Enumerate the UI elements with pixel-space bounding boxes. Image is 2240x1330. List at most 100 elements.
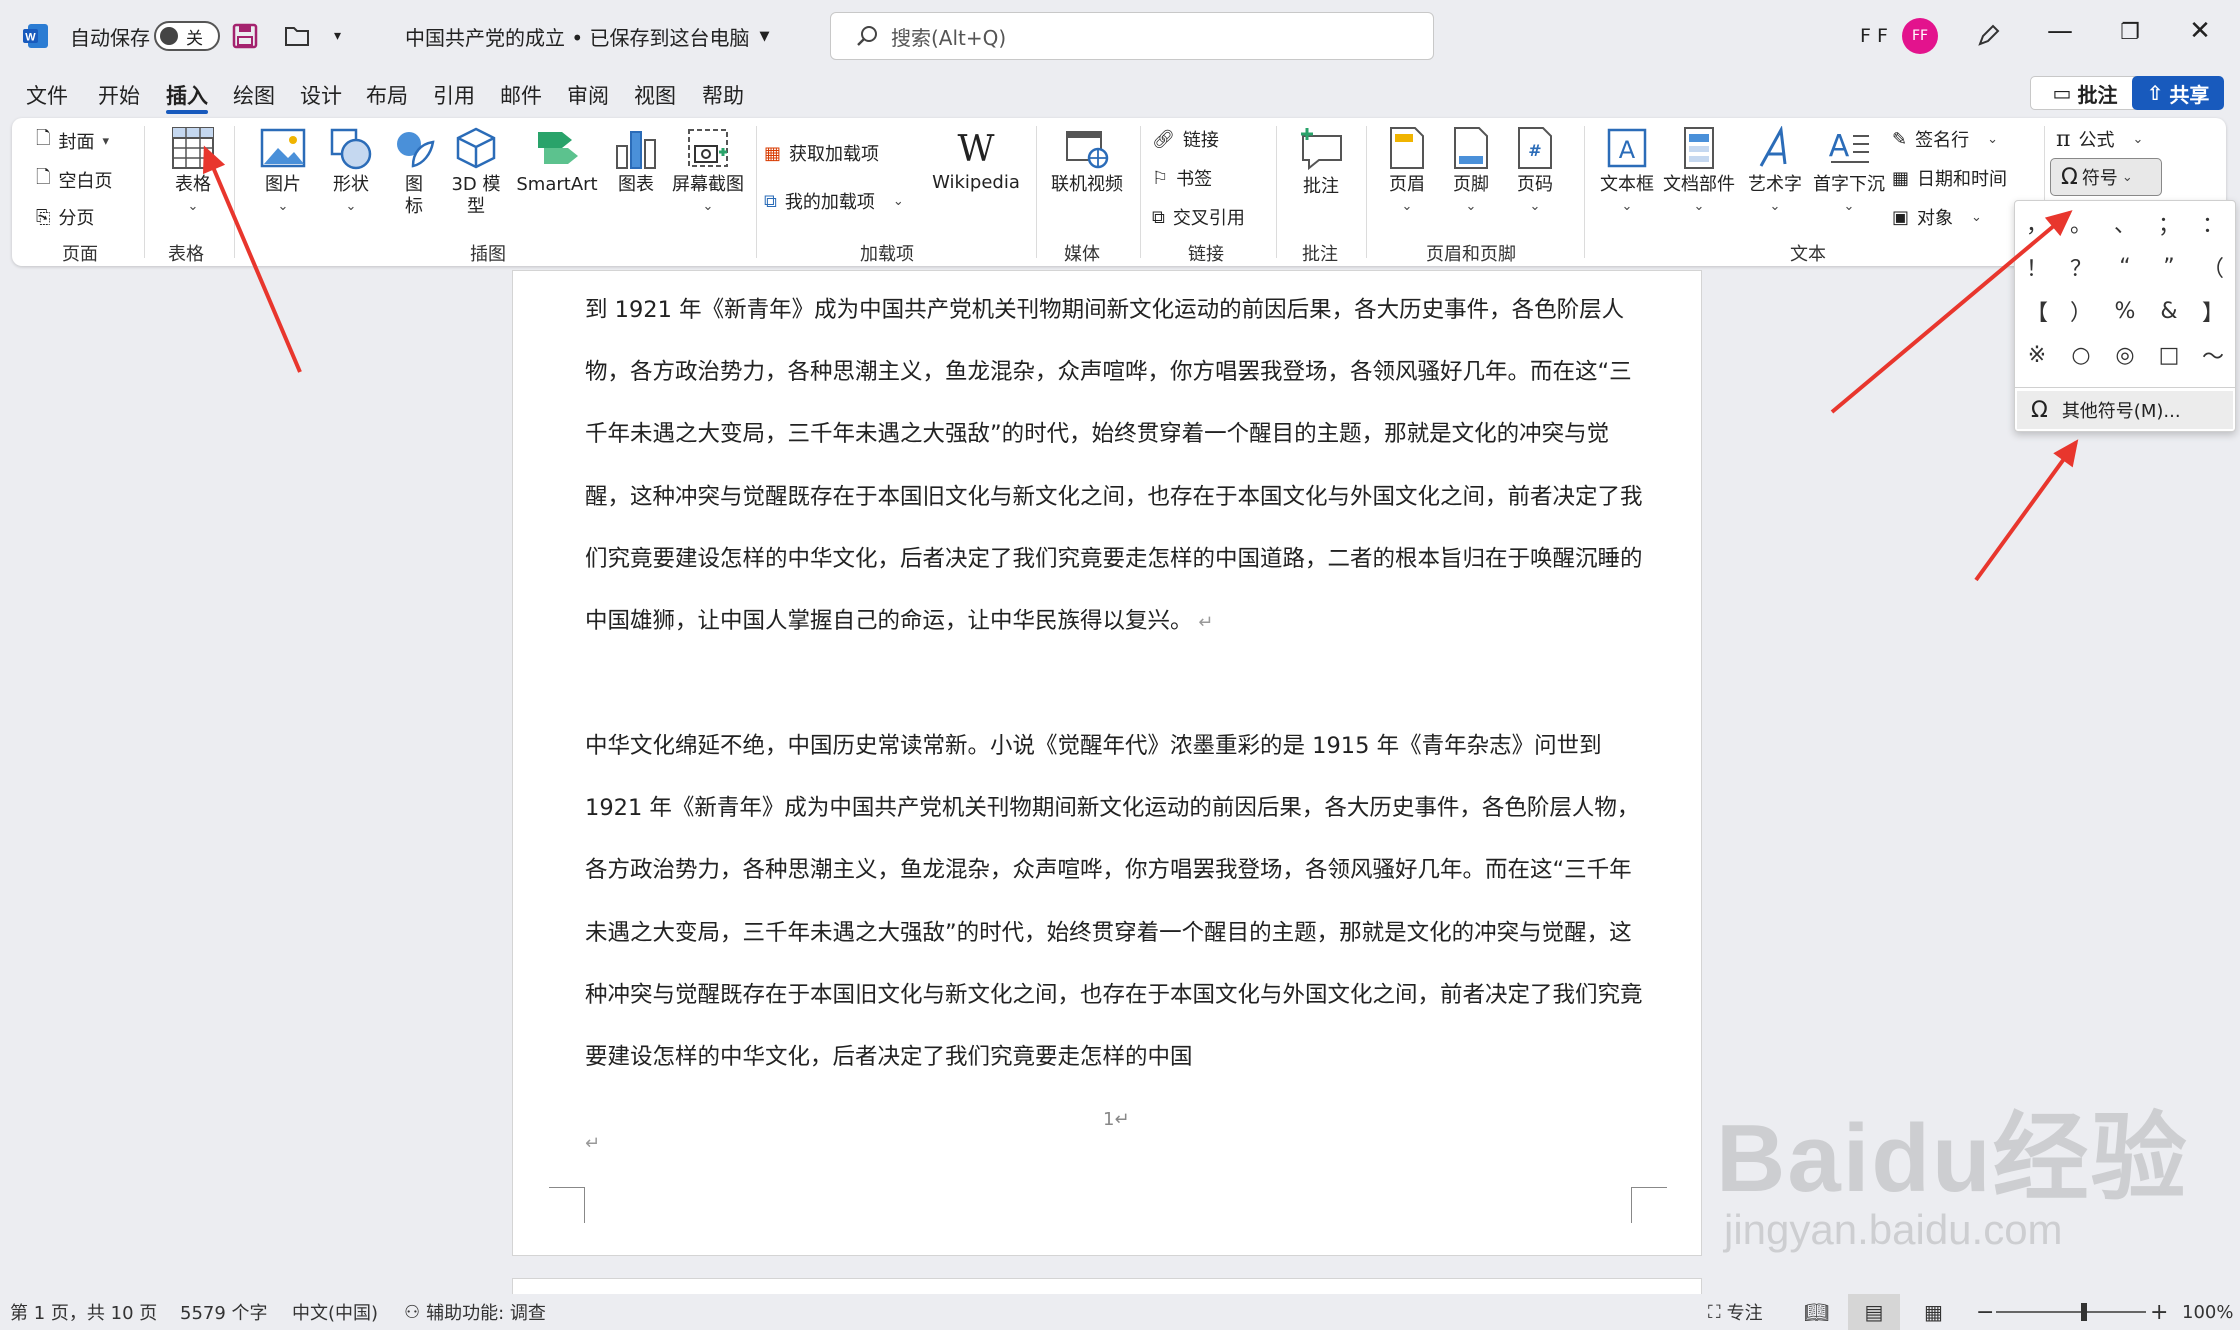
tab-mailings[interactable]: 邮件 (500, 72, 542, 118)
symbol-cell[interactable]: ” (2147, 245, 2191, 289)
get-addins-button[interactable]: ▦ 获取加载项 (764, 140, 879, 166)
drop-cap-button[interactable]: A 首字下沉 ⌄ (1808, 126, 1890, 218)
cross-reference-button[interactable]: ⧉ 交叉引用 (1152, 204, 1245, 230)
page-count[interactable]: 第 1 页，共 10 页 (10, 1294, 157, 1330)
web-layout-icon[interactable]: ▦ (1924, 1294, 1943, 1330)
symbol-cell[interactable]: ； (2147, 201, 2191, 245)
symbol-cell[interactable]: ） (2059, 289, 2103, 333)
language[interactable]: 中文(中国) (292, 1294, 378, 1330)
text-box-icon: A (1607, 128, 1647, 168)
document-page[interactable]: 到 1921 年《新青年》成为中国共产党机关刊物期间新文化运动的前因后果，各大历… (512, 270, 1702, 1256)
link-button[interactable]: 🔗︎ 链接 (1152, 126, 1219, 152)
icons-button[interactable]: 图标 (384, 126, 444, 218)
tab-home[interactable]: 开始 (98, 72, 140, 118)
paragraph-2[interactable]: 中华文化绵延不绝，中国历史常读常新。小说《觉醒年代》浓墨重彩的是 1915 年《… (585, 715, 1645, 1151)
document-title[interactable]: 中国共产党的成立 • 已保存到这台电脑 ▼ (405, 0, 770, 72)
group-label-header-footer: 页眉和页脚 (1426, 244, 1516, 265)
zoom-slider[interactable] (1996, 1303, 2146, 1321)
symbol-label: 符号 (2081, 168, 2118, 189)
footer-button[interactable]: 页脚 ⌄ (1440, 126, 1502, 218)
print-layout-icon[interactable]: ▤ (1848, 1294, 1900, 1330)
header-button[interactable]: 页眉 ⌄ (1376, 126, 1438, 218)
symbol-cell[interactable]: □ (2147, 333, 2191, 377)
blank-page-button[interactable]: 🗋 空白页 (36, 165, 112, 195)
symbol-cell[interactable]: & (2147, 289, 2191, 333)
signature-line-button[interactable]: ✎ 签名行 ⌄ (1892, 126, 1998, 152)
search-box[interactable]: 搜索(Alt+Q) (830, 12, 1434, 60)
wikipedia-button[interactable]: W Wikipedia (924, 128, 1028, 194)
bookmark-button[interactable]: ⚐ 书签 (1152, 165, 1212, 191)
save-icon[interactable] (232, 0, 258, 72)
more-symbols-item[interactable]: Ω 其他符号(M)... (2017, 391, 2233, 429)
screenshot-button[interactable]: 屏幕截图 ⌄ (666, 126, 750, 218)
tab-insert[interactable]: 插入 (166, 72, 208, 118)
link-label: 链接 (1182, 130, 1219, 151)
tab-help[interactable]: 帮助 (702, 72, 744, 118)
focus-mode-button[interactable]: ⛶ 专注 (1708, 1294, 1763, 1330)
zoom-in-icon[interactable]: + (2150, 1294, 2168, 1330)
symbol-cell[interactable]: 】 (2191, 289, 2235, 333)
equation-button[interactable]: π 公式 ⌄ (2056, 126, 2143, 152)
online-video-button[interactable]: 联机视频 (1042, 126, 1132, 196)
shapes-button[interactable]: 形状 ⌄ (318, 126, 384, 218)
paragraph-1[interactable]: 到 1921 年《新青年》成为中国共产党机关刊物期间新文化运动的前因后果，各大历… (585, 279, 1645, 711)
autosave-toggle[interactable]: 关 (154, 0, 220, 72)
footer-icon (1454, 127, 1488, 169)
page-number-icon: # (1518, 127, 1552, 169)
wordart-button[interactable]: 艺术字 ⌄ (1742, 126, 1808, 218)
comments-button[interactable]: ▭ 批注 (2030, 76, 2140, 110)
open-folder-icon[interactable] (284, 0, 312, 72)
text-box-button[interactable]: A 文本框 ⌄ (1592, 126, 1662, 218)
smartart-label: SmartArt (516, 174, 598, 195)
tab-file[interactable]: 文件 (26, 72, 68, 118)
tab-review[interactable]: 审阅 (567, 72, 609, 118)
symbol-cell[interactable]: 、 (2103, 201, 2147, 245)
symbol-cell[interactable]: “ (2103, 245, 2147, 289)
accessibility-icon: ⚇ (404, 1301, 421, 1323)
tab-draw[interactable]: 绘图 (233, 72, 275, 118)
page-number-button[interactable]: # 页码 ⌄ (1504, 126, 1566, 218)
quick-parts-button[interactable]: 文档部件 ⌄ (1660, 126, 1738, 218)
page-break-button[interactable]: ⎘ 分页 (36, 204, 94, 230)
bookmark-label: 书签 (1176, 169, 1213, 190)
read-mode-icon[interactable]: 📖︎ (1804, 1294, 1829, 1330)
new-comment-button[interactable]: 批注 (1286, 126, 1356, 198)
calendar-icon: ▦ (1892, 167, 1910, 189)
accessibility-status[interactable]: ⚇ 辅助功能: 调查 (404, 1294, 546, 1330)
symbol-cell[interactable]: （ (2191, 245, 2235, 289)
table-label: 表格 (175, 174, 211, 195)
close-icon[interactable]: ✕ (2180, 16, 2220, 46)
tab-layout[interactable]: 布局 (366, 72, 408, 118)
tab-references[interactable]: 引用 (433, 72, 475, 118)
zoom-out-icon[interactable]: − (1976, 1294, 1994, 1330)
object-button[interactable]: ▣ 对象 ⌄ (1892, 204, 1982, 230)
chart-button[interactable]: 图表 (606, 126, 666, 196)
symbol-cell[interactable]: ～ (2191, 333, 2235, 377)
quick-access-customize-icon[interactable]: ▾ (334, 0, 341, 72)
symbol-button[interactable]: Ω 符号 ⌄ (2050, 158, 2162, 196)
symbol-cell[interactable]: ◎ (2103, 333, 2147, 377)
3d-models-button[interactable]: 3D 模型 (444, 126, 508, 218)
symbol-cell[interactable]: ？ (2059, 245, 2103, 289)
symbol-cell[interactable]: ※ (2015, 333, 2059, 377)
cover-page-button[interactable]: 🗋 封面 ▾ (36, 126, 109, 156)
date-time-button[interactable]: ▦ 日期和时间 (1892, 165, 2007, 191)
symbol-cell[interactable]: ○ (2059, 333, 2103, 377)
my-addins-button[interactable]: ⧉ 我的加载项 ⌄ (764, 188, 904, 214)
tab-design[interactable]: 设计 (300, 72, 342, 118)
share-button[interactable]: ⇧ 共享 (2132, 76, 2224, 110)
cross-reference-icon: ⧉ (1152, 206, 1165, 228)
avatar[interactable]: FF (1902, 0, 1938, 72)
symbol-cell[interactable]: ： (2191, 201, 2235, 245)
minimize-icon[interactable]: — (2040, 16, 2080, 46)
pen-icon[interactable] (1974, 0, 2002, 72)
tab-view[interactable]: 视图 (634, 72, 676, 118)
smartart-button[interactable]: SmartArt (508, 126, 606, 196)
zoom-slider-thumb[interactable] (2081, 1303, 2088, 1321)
restore-icon[interactable]: ❐ (2110, 20, 2150, 45)
zoom-level[interactable]: 100% (2182, 1294, 2233, 1330)
picture-button[interactable]: 图片 ⌄ (248, 126, 318, 218)
word-count[interactable]: 5579 个字 (180, 1294, 268, 1330)
symbol-cell[interactable]: 【 (2015, 289, 2059, 333)
symbol-cell[interactable]: % (2103, 289, 2147, 333)
